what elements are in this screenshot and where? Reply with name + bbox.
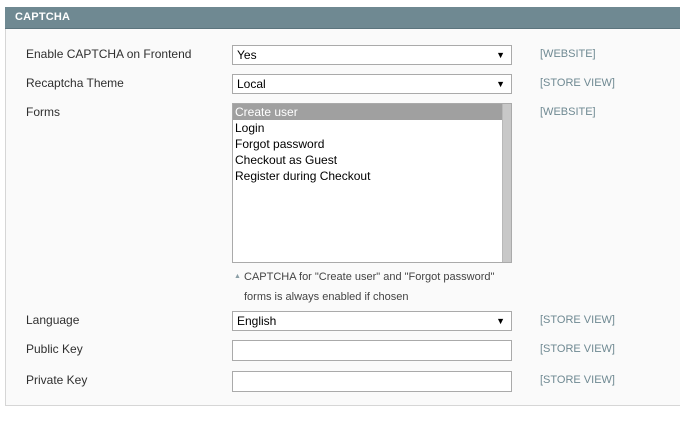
recaptcha-theme-label: Recaptcha Theme (26, 76, 124, 90)
private-key-label: Private Key (26, 373, 88, 387)
note-arrow-icon: ▲ (234, 273, 241, 280)
enable-frontend-label: Enable CAPTCHA on Frontend (26, 47, 192, 61)
section-header[interactable]: CAPTCHA (5, 7, 680, 29)
language-label: Language (26, 313, 80, 327)
chevron-down-icon: ▼ (496, 316, 505, 326)
forms-option-checkout-guest[interactable]: Checkout as Guest (233, 152, 503, 168)
enable-frontend-select[interactable]: Yes ▼ (232, 45, 512, 65)
recaptcha-theme-scope: [STORE VIEW] (540, 77, 615, 89)
chevron-down-icon: ▼ (496, 79, 505, 89)
public-key-scope: [STORE VIEW] (540, 343, 615, 355)
enable-frontend-value: Yes (237, 48, 257, 62)
language-select[interactable]: English ▼ (232, 311, 512, 331)
forms-option-register-checkout[interactable]: Register during Checkout (233, 168, 503, 184)
forms-options: Create user Login Forgot password Checko… (233, 104, 503, 184)
section-title: CAPTCHA (15, 11, 71, 23)
public-key-label: Public Key (26, 342, 83, 356)
recaptcha-theme-select[interactable]: Local ▼ (232, 74, 512, 94)
forms-label: Forms (26, 105, 60, 119)
forms-option-forgot-password[interactable]: Forgot password (233, 136, 503, 152)
section-body: Enable CAPTCHA on Frontend Yes ▼ [WEBSIT… (5, 29, 680, 406)
private-key-input[interactable] (232, 371, 512, 392)
forms-option-create-user[interactable]: Create user (233, 104, 503, 120)
forms-scrollbar[interactable] (502, 104, 511, 262)
public-key-input[interactable] (232, 340, 512, 361)
enable-frontend-scope: [WEBSITE] (540, 48, 596, 60)
forms-note-text: CAPTCHA for "Create user" and "Forgot pa… (244, 271, 495, 303)
language-scope: [STORE VIEW] (540, 314, 615, 326)
private-key-scope: [STORE VIEW] (540, 374, 615, 386)
recaptcha-theme-value: Local (237, 77, 266, 91)
language-value: English (237, 314, 277, 328)
forms-multiselect[interactable]: Create user Login Forgot password Checko… (232, 103, 512, 263)
chevron-down-icon: ▼ (496, 50, 505, 60)
captcha-section: CAPTCHA Enable CAPTCHA on Frontend Yes ▼… (5, 7, 680, 406)
forms-option-login[interactable]: Login (233, 120, 503, 136)
forms-scope: [WEBSITE] (540, 106, 596, 118)
